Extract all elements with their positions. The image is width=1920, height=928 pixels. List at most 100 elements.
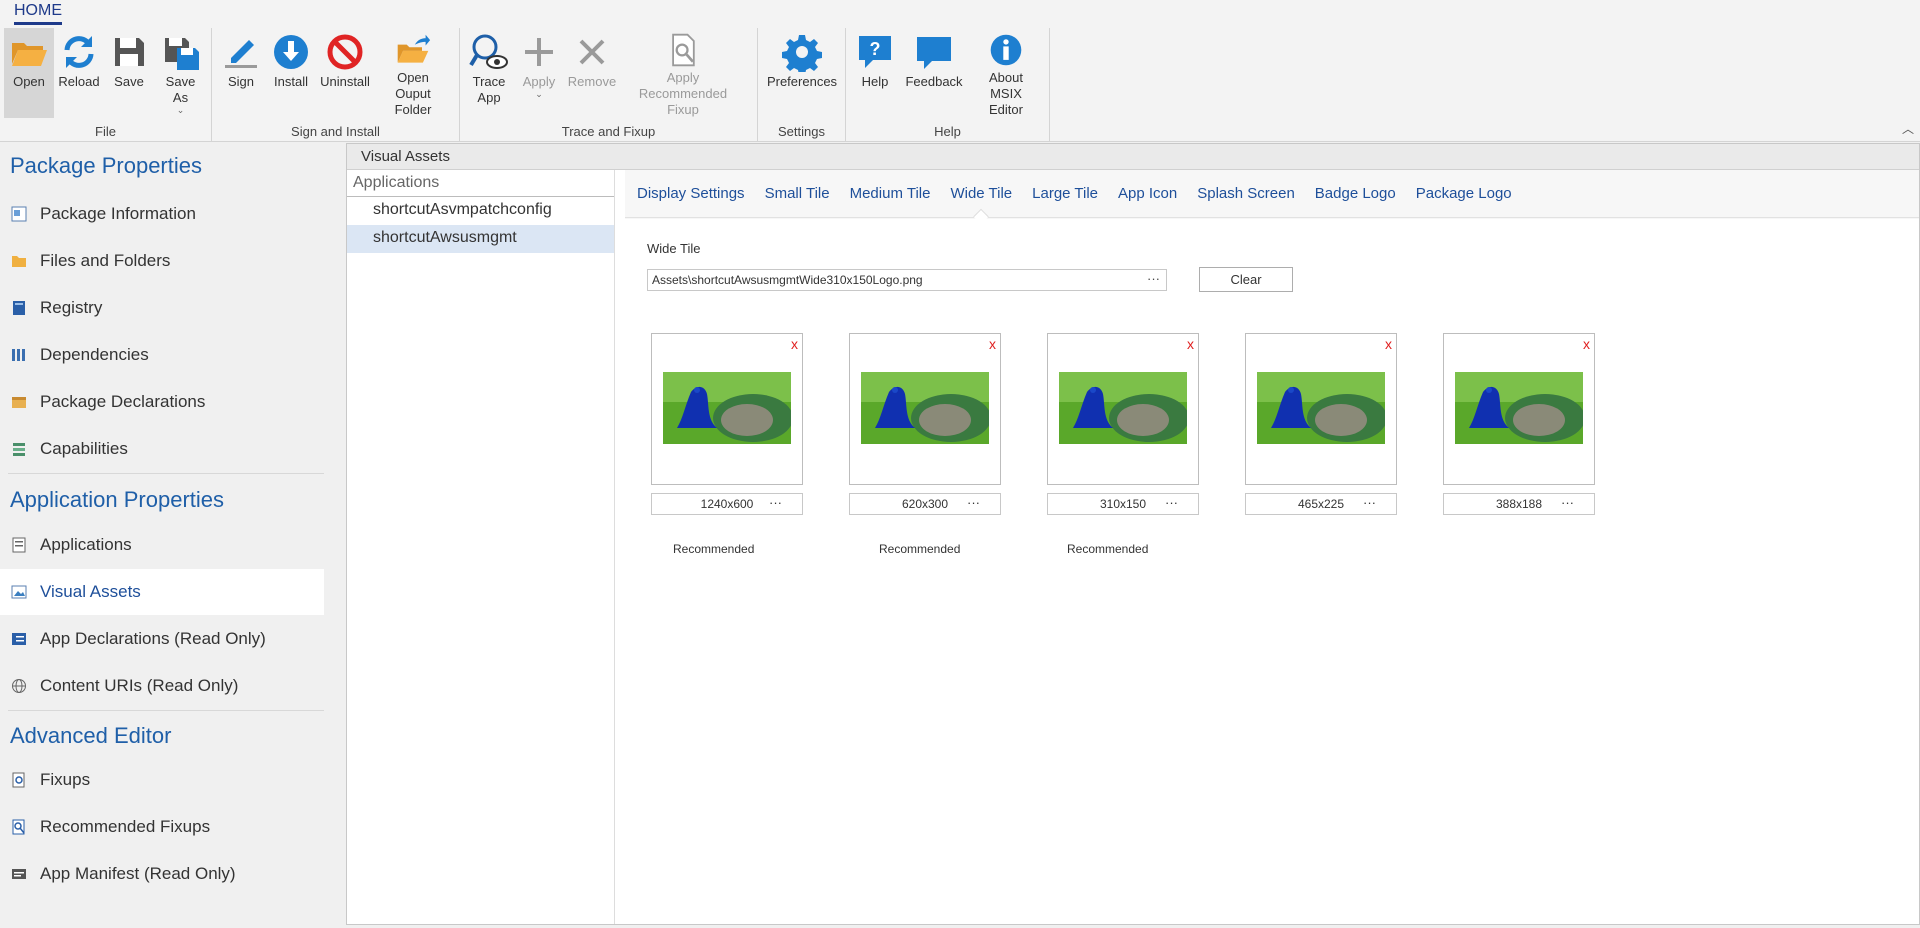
nav-divider	[8, 710, 324, 711]
recommended-label: Recommended	[879, 542, 961, 556]
nav-item-dependencies[interactable]: Dependencies	[0, 332, 324, 378]
open-button[interactable]: Open	[4, 28, 54, 118]
folder-open-icon	[12, 43, 47, 66]
list-item[interactable]: shortcutAwsusmgmt	[347, 225, 614, 253]
open-output-folder-button[interactable]: Open Ouput Folder	[374, 28, 452, 118]
about-msix-editor-button[interactable]: About MSIX Editor	[968, 28, 1044, 118]
asset-tabs: Display Settings Small Tile Medium Tile …	[625, 170, 1919, 218]
asset-size-field[interactable]: 465x225 ···	[1245, 493, 1397, 515]
size-options-button[interactable]: ···	[769, 493, 782, 513]
nav-item-visual-assets[interactable]: Visual Assets	[0, 569, 324, 615]
peacock-image	[1455, 372, 1583, 444]
chevron-down-icon: ⌄	[535, 89, 543, 99]
clear-button[interactable]: Clear	[1199, 267, 1293, 292]
tab-home[interactable]: HOME	[14, 2, 62, 25]
asset-path-field[interactable]: Assets\shortcutAwsusmgmtWide310x150Logo.…	[647, 269, 1167, 291]
feedback-button[interactable]: Feedback	[900, 28, 968, 118]
ribbon-group-trace-fixup: Trace App Apply ⌄ Remove Apply Recommend…	[460, 28, 758, 142]
open-output-folder-icon	[397, 34, 431, 63]
apply-button[interactable]: Apply ⌄	[514, 28, 564, 118]
preferences-button[interactable]: Preferences	[762, 28, 842, 118]
nav-item-applications[interactable]: Applications	[0, 522, 324, 568]
asset-size-field[interactable]: 1240x600 ···	[651, 493, 803, 515]
asset-thumbnail[interactable]: x	[1245, 333, 1397, 485]
nav-item-content-uris[interactable]: Content URIs (Read Only)	[0, 663, 324, 709]
tab-splash-screen[interactable]: Splash Screen	[1197, 185, 1295, 202]
nav-item-files-and-folders[interactable]: Files and Folders	[0, 238, 324, 284]
applications-icon	[10, 536, 28, 554]
tab-package-logo[interactable]: Package Logo	[1416, 185, 1512, 202]
asset-thumbnail[interactable]: x	[1047, 333, 1199, 485]
size-options-button[interactable]: ···	[1165, 493, 1178, 513]
ribbon-group-file: Open Reload Save Save As ⌄ File	[0, 28, 212, 142]
nav-item-registry[interactable]: Registry	[0, 285, 324, 331]
svg-text:?: ?	[870, 39, 881, 59]
reload-button[interactable]: Reload	[54, 28, 104, 118]
remove-button[interactable]: Remove	[564, 28, 620, 118]
asset-thumbnail[interactable]: x	[849, 333, 1001, 485]
apply-recommended-fixup-icon	[672, 33, 695, 67]
asset-size-field[interactable]: 388x188 ···	[1443, 493, 1595, 515]
nav-item-package-information[interactable]: Package Information	[0, 191, 324, 237]
apply-recommended-fixup-button[interactable]: Apply Recommended Fixup	[620, 28, 746, 118]
nav-item-package-declarations[interactable]: Package Declarations	[0, 379, 324, 425]
folder-icon	[10, 252, 28, 270]
nav-item-fixups[interactable]: Fixups	[0, 757, 324, 803]
trace-app-button[interactable]: Trace App	[464, 28, 514, 118]
help-button[interactable]: ? Help	[850, 28, 900, 118]
registry-icon	[10, 299, 28, 317]
help-icon: ?	[859, 36, 891, 68]
install-download-icon	[274, 35, 308, 69]
asset-size-field[interactable]: 620x300 ···	[849, 493, 1001, 515]
collapse-ribbon-icon[interactable]: ︿	[1902, 120, 1914, 137]
remove-asset-icon[interactable]: x	[1187, 336, 1194, 352]
peacock-image	[663, 372, 791, 444]
applications-list: Applications shortcutAsvmpatchconfig sho…	[347, 170, 615, 924]
save-button[interactable]: Save	[104, 28, 154, 118]
fixups-icon	[10, 771, 28, 789]
asset-thumbnail[interactable]: x	[1443, 333, 1595, 485]
tab-badge-logo[interactable]: Badge Logo	[1315, 185, 1396, 202]
tab-small-tile[interactable]: Small Tile	[765, 185, 830, 202]
nav-divider	[8, 473, 324, 474]
save-as-button[interactable]: Save As ⌄	[154, 28, 207, 118]
remove-asset-icon[interactable]: x	[1583, 336, 1590, 352]
install-button[interactable]: Install	[266, 28, 316, 118]
uninstall-button[interactable]: Uninstall	[316, 28, 374, 118]
peacock-image	[861, 372, 989, 444]
browse-button[interactable]: ···	[1147, 271, 1160, 286]
asset-size-field[interactable]: 310x150 ···	[1047, 493, 1199, 515]
tab-display-settings[interactable]: Display Settings	[637, 185, 745, 202]
main-panel: Visual Assets Applications shortcutAsvmp…	[346, 143, 1920, 925]
tab-medium-tile[interactable]: Medium Tile	[850, 185, 931, 202]
tab-large-tile[interactable]: Large Tile	[1032, 185, 1098, 202]
list-item[interactable]: shortcutAsvmpatchconfig	[347, 197, 614, 225]
ribbon-group-sign-install: Sign Install Uninstall Open Ouput Folder…	[212, 28, 460, 142]
globe-icon	[10, 677, 28, 695]
nav-item-capabilities[interactable]: Capabilities	[0, 426, 324, 472]
nav-item-app-manifest[interactable]: App Manifest (Read Only)	[0, 851, 324, 897]
nav-item-app-declarations[interactable]: App Declarations (Read Only)	[0, 616, 324, 662]
nav-section-advanced-editor: Advanced Editor	[10, 723, 172, 748]
sign-button[interactable]: Sign	[216, 28, 266, 118]
size-options-button[interactable]: ···	[1363, 493, 1376, 513]
peacock-image	[1257, 372, 1385, 444]
wide-tile-label: Wide Tile	[647, 241, 701, 256]
tab-wide-tile[interactable]: Wide Tile	[950, 185, 1012, 202]
ribbon: HOME Open Reload Save Save As ⌄ File Sig…	[0, 0, 1920, 142]
reload-icon	[64, 36, 94, 68]
tab-app-icon[interactable]: App Icon	[1118, 185, 1177, 202]
left-nav: Package Properties Package Information F…	[0, 143, 344, 928]
asset-thumbnail[interactable]: x	[651, 333, 803, 485]
remove-asset-icon[interactable]: x	[989, 336, 996, 352]
visual-assets-icon	[10, 583, 28, 601]
nav-item-recommended-fixups[interactable]: Recommended Fixups	[0, 804, 324, 850]
applications-list-header: Applications	[347, 170, 614, 197]
size-options-button[interactable]: ···	[1561, 493, 1574, 513]
ribbon-group-help: ? Help Feedback About MSIX Editor Help	[846, 28, 1050, 142]
size-options-button[interactable]: ···	[967, 493, 980, 513]
remove-asset-icon[interactable]: x	[791, 336, 798, 352]
page-title: Visual Assets	[347, 144, 1919, 170]
remove-asset-icon[interactable]: x	[1385, 336, 1392, 352]
save-icon	[115, 38, 144, 66]
